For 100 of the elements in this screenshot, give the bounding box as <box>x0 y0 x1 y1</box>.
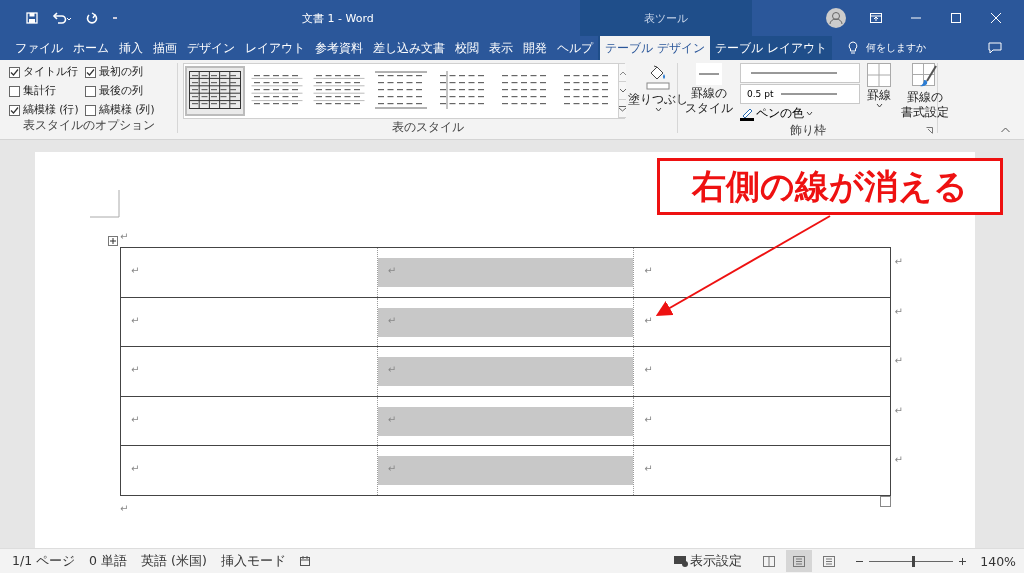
button-label: スタイル <box>685 101 733 116</box>
cell-mark: ↵ <box>131 464 140 476</box>
row-end-mark: ↵ <box>894 355 903 366</box>
checkbox[interactable]: 集計行 <box>9 84 85 98</box>
ribbon-tab[interactable]: 参考資料 <box>310 36 368 60</box>
cell-mark: ↵ <box>644 315 653 328</box>
row-end-mark: ↵ <box>894 256 903 267</box>
button-label: 罫線の <box>907 90 943 105</box>
table-move-handle-icon[interactable] <box>108 236 118 246</box>
ribbon-tab[interactable]: 開発 <box>518 36 552 60</box>
ribbon-tab[interactable]: 表示 <box>484 36 518 60</box>
ribbon-tab[interactable]: ホーム <box>68 36 114 60</box>
caret-icon <box>654 107 662 113</box>
ribbon-tab[interactable]: テーブル レイアウト <box>709 36 832 60</box>
close-icon <box>991 13 1001 23</box>
display-settings-button[interactable]: 表示設定 <box>674 552 743 570</box>
paint-bucket-icon <box>645 63 671 91</box>
ribbon-tab[interactable]: 挿入 <box>114 36 148 60</box>
slider-thumb[interactable] <box>912 555 916 567</box>
status-item: 英語 (米国) <box>141 552 207 570</box>
macro-icon[interactable] <box>299 556 310 566</box>
caret-icon <box>806 111 813 116</box>
save-icon[interactable] <box>26 12 38 24</box>
check-icon <box>86 67 95 77</box>
border-painter-button[interactable]: 罫線の 書式設定 <box>898 63 952 122</box>
cell-mark: ↵ <box>131 414 140 427</box>
table-resize-handle-icon[interactable] <box>880 495 891 507</box>
paragraph-mark: ↵ <box>120 232 129 242</box>
read-mode-icon <box>763 555 776 567</box>
ribbon-tab[interactable]: 校閲 <box>450 36 484 60</box>
view-button[interactable] <box>786 550 813 572</box>
redo-icon[interactable] <box>86 12 98 24</box>
ribbon-tab[interactable]: テーブル デザイン <box>600 36 710 60</box>
avatar-icon[interactable] <box>826 8 846 28</box>
undo-icon[interactable] <box>52 12 72 24</box>
table-style-icon <box>189 71 241 111</box>
line-sample-icon <box>781 93 838 95</box>
maximize-icon <box>951 13 961 23</box>
status-item: 0 単語 <box>89 552 128 570</box>
line-sample-icon <box>696 63 722 85</box>
status-item: 挿入モード <box>220 552 286 570</box>
pen-color-button[interactable]: ペンの色 <box>740 105 860 122</box>
caret-icon <box>875 103 883 109</box>
borders-icon <box>867 63 891 87</box>
print-layout-icon <box>793 555 806 567</box>
zoom-level[interactable]: 140% <box>980 553 1016 569</box>
checkbox[interactable]: 縞模様 (列) <box>85 103 165 117</box>
ribbon-tab[interactable]: レイアウト <box>240 36 310 60</box>
pen-icon <box>740 106 754 121</box>
ribbon-tab[interactable]: ヘルプ <box>552 36 598 60</box>
borders-button[interactable]: 罫線 <box>864 63 894 122</box>
callout-label: 右側の線が消える <box>657 158 1003 215</box>
cell-mark: ↵ <box>131 315 140 328</box>
cell-mark: ↵ <box>644 365 653 377</box>
gallery-up-button[interactable] <box>619 64 626 82</box>
cell-mark: ↵ <box>131 365 140 377</box>
table-style-icon <box>375 71 427 111</box>
tell-me-button[interactable]: 何をしますか <box>841 36 932 60</box>
group-label: 表スタイルのオプション <box>22 117 155 134</box>
line-style-dropdown[interactable] <box>740 63 860 83</box>
checkbox[interactable]: 最後の列 <box>85 84 165 98</box>
cell-mark: ↵ <box>131 266 140 278</box>
cell-mark: ↵ <box>644 414 653 427</box>
window-title: 文書 1 - Word <box>302 10 374 26</box>
context-label: 表ツール <box>644 10 688 26</box>
ribbon-tab[interactable]: ファイル <box>10 36 68 60</box>
checkbox[interactable]: タイトル行 <box>9 65 85 79</box>
paragraph-mark: ↵ <box>120 503 129 514</box>
cell-mark: ↵ <box>387 315 397 328</box>
ribbon-display-icon <box>870 13 882 23</box>
zoom-in-icon[interactable] <box>959 557 967 565</box>
ribbon-tab[interactable]: 差し込み文書 <box>368 36 450 60</box>
comment-icon[interactable] <box>988 42 1002 54</box>
group-label: 飾り枠 <box>789 122 826 139</box>
gallery-more-button[interactable] <box>619 100 626 118</box>
row-end-mark: ↵ <box>894 404 903 416</box>
cell-mark: ↵ <box>644 266 653 278</box>
row-end-mark: ↵ <box>894 305 903 317</box>
ribbon-tab[interactable]: 描画 <box>148 36 182 60</box>
cell-mark: ↵ <box>387 464 397 476</box>
status-item: 1/1 ページ <box>12 552 76 570</box>
group-label: 表のスタイル <box>391 119 464 136</box>
cell-mark: ↵ <box>387 266 397 278</box>
row-end-mark: ↵ <box>894 454 903 465</box>
check-icon <box>10 105 19 115</box>
button-label: 罫線の <box>691 86 727 101</box>
table-style-thumbnail[interactable] <box>185 66 245 116</box>
dialog-launcher-icon[interactable] <box>926 127 933 134</box>
crop-mark-icon <box>90 190 120 218</box>
ribbon-tab[interactable]: デザイン <box>182 36 240 60</box>
more-icon <box>619 105 626 112</box>
web-layout-icon <box>823 555 836 567</box>
display-icon <box>674 555 689 567</box>
checkbox[interactable]: 最初の列 <box>85 65 165 79</box>
gallery-down-button[interactable] <box>619 82 626 100</box>
checkbox[interactable]: 縞模様 (行) <box>9 103 85 117</box>
check-icon <box>10 67 19 77</box>
line-weight-dropdown[interactable]: 0.5 pt <box>740 84 860 104</box>
cell-mark: ↵ <box>644 464 653 476</box>
lightbulb-icon <box>847 41 858 55</box>
